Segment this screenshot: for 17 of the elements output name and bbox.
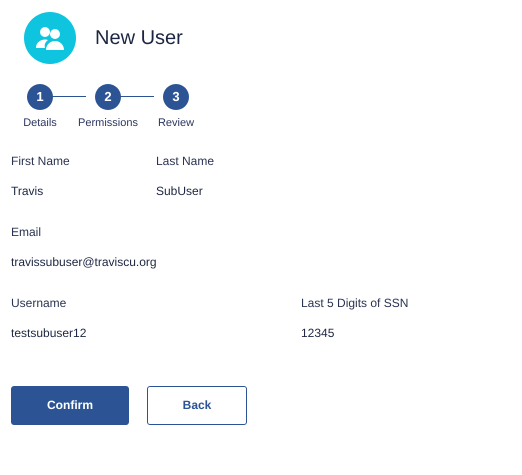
field-value: testsubuser12	[11, 324, 88, 342]
confirm-button[interactable]: Confirm	[11, 386, 129, 424]
field-label: Username	[11, 294, 68, 312]
field-value: SubUser	[156, 182, 204, 200]
step-label: Permissions	[78, 116, 138, 131]
step-label: Review	[158, 116, 194, 131]
field-value: 12345	[301, 324, 336, 342]
field-value: travissubuser@traviscu.org	[11, 254, 158, 270]
back-button[interactable]: Back	[147, 386, 247, 424]
field-label: Last 5 Digits of SSN	[301, 294, 408, 312]
page-title: New User	[95, 26, 183, 51]
step-label: Details	[23, 116, 57, 131]
field-label: Email	[11, 224, 42, 240]
field-value: Travis	[11, 182, 44, 200]
field-label: First Name	[11, 152, 71, 170]
field-label: Last Name	[156, 152, 214, 170]
users-icon	[24, 12, 76, 64]
